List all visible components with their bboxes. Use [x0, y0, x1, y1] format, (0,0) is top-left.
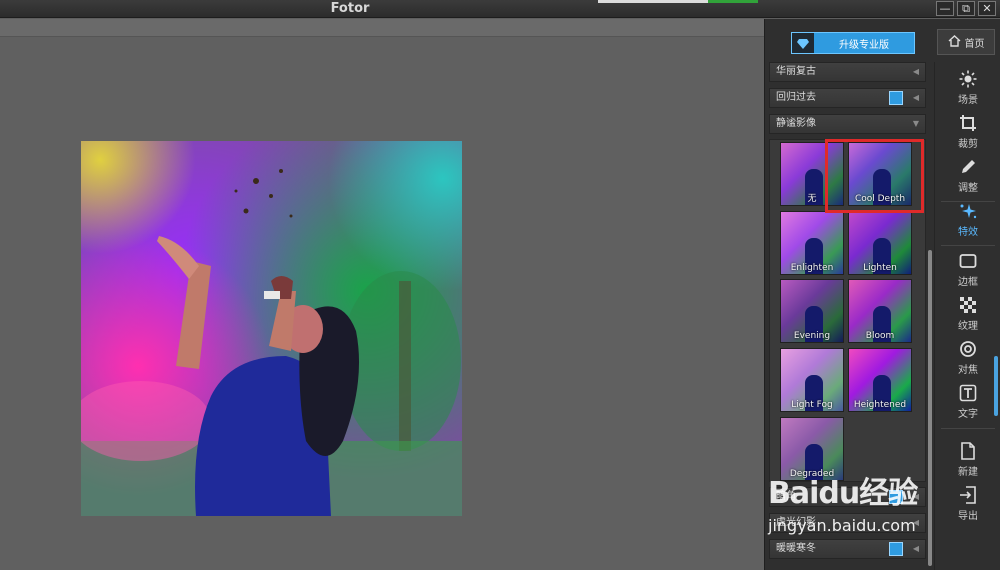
expand-arrow-icon: ▼: [912, 119, 919, 128]
sparkle-icon: [958, 201, 978, 221]
tool-adjust[interactable]: 调整: [939, 155, 997, 197]
minimize-button[interactable]: —: [936, 1, 954, 16]
category-label: 暖暖寒冬: [776, 543, 816, 554]
pro-diamond-icon: [889, 542, 903, 556]
window-controls: — ⧉ ✕: [936, 1, 996, 16]
category-label: 静谧影像: [776, 118, 816, 129]
panel-scroll-indicator[interactable]: [994, 356, 998, 416]
tool-effects[interactable]: 特效: [939, 199, 997, 241]
effects-scrollbar[interactable]: [928, 250, 932, 566]
crop-icon: [958, 113, 978, 133]
effect-thumb-light-fog[interactable]: Light Fog: [780, 348, 844, 412]
tool-label: 对焦: [958, 365, 978, 376]
tool-label: 导出: [958, 511, 978, 522]
category-label: 虚光幻影: [776, 517, 816, 528]
editor-canvas[interactable]: [0, 19, 764, 570]
collapse-arrow-icon: ◀: [912, 67, 919, 76]
home-icon: [948, 34, 961, 50]
tool-label: 新建: [958, 467, 978, 478]
effect-thumb-heightened[interactable]: Heightened: [848, 348, 912, 412]
tool-label: 场景: [958, 95, 978, 106]
effect-thumb-lighten[interactable]: Lighten: [848, 211, 912, 275]
category-label: 暗角: [776, 491, 796, 502]
diamond-icon: [792, 33, 814, 53]
category-label: 回归过去: [776, 92, 816, 103]
fotor-app: Fotor — ⧉ ✕ 升级专业版 首页 华丽复古 ◀ 回归过去 ◀ 静谧影像 …: [0, 0, 1000, 570]
effect-thumb-degraded[interactable]: Degraded: [780, 417, 844, 481]
category-label: 华丽复古: [776, 66, 816, 77]
collapse-arrow-icon: ◀: [912, 93, 919, 102]
collapse-arrow-icon: ◀: [912, 518, 919, 527]
texture-icon: [958, 295, 978, 315]
close-button[interactable]: ✕: [978, 1, 996, 16]
collapse-arrow-icon: ◀: [912, 492, 919, 501]
pro-diamond-icon: [889, 490, 903, 504]
right-panel: 升级专业版 首页 华丽复古 ◀ 回归过去 ◀ 静谧影像 ▼ 暗角 ◀ 虚光幻影 …: [764, 19, 1000, 570]
tool-label: 调整: [958, 183, 978, 194]
collapse-arrow-icon: ◀: [912, 544, 919, 553]
export-icon: [958, 485, 978, 505]
tool-label: 特效: [958, 227, 978, 238]
category-serene-image[interactable]: 静谧影像 ▼: [769, 114, 926, 134]
pencil-icon: [958, 157, 978, 177]
new-file-icon: [958, 441, 978, 461]
sun-icon: [958, 69, 978, 89]
category-back-to-past[interactable]: 回归过去 ◀: [769, 88, 926, 108]
tool-new[interactable]: 新建: [939, 439, 997, 481]
tool-label: 边框: [958, 277, 978, 288]
edited-photo[interactable]: [81, 141, 462, 516]
effect-label: Degraded: [789, 469, 835, 479]
focus-icon: [958, 339, 978, 359]
tool-divider: [941, 428, 995, 429]
restore-button[interactable]: ⧉: [957, 1, 975, 16]
effect-thumb-evening[interactable]: Evening: [780, 279, 844, 343]
tool-focus[interactable]: 对焦: [939, 337, 997, 379]
home-button[interactable]: 首页: [937, 29, 995, 55]
category-vignette[interactable]: 暗角 ◀: [769, 487, 926, 507]
category-warm-winter[interactable]: 暖暖寒冬 ◀: [769, 539, 926, 559]
tool-text[interactable]: 文字: [939, 381, 997, 423]
tool-frame[interactable]: 边框: [939, 249, 997, 291]
category-virtual-light[interactable]: 虚光幻影 ◀: [769, 513, 926, 533]
tool-label: 文字: [958, 409, 978, 420]
title-bar[interactable]: Fotor — ⧉ ✕: [0, 0, 1000, 18]
effect-label: Lighten: [863, 263, 897, 273]
home-label: 首页: [964, 38, 985, 50]
effect-label: Bloom: [865, 331, 895, 341]
tool-crop[interactable]: 裁剪: [939, 111, 997, 153]
text-icon: [958, 383, 978, 403]
effect-thumb-enlighten[interactable]: Enlighten: [780, 211, 844, 275]
tool-export[interactable]: 导出: [939, 483, 997, 525]
category-ornate-vintage[interactable]: 华丽复古 ◀: [769, 62, 926, 82]
tool-label: 裁剪: [958, 139, 978, 150]
frame-icon: [958, 251, 978, 271]
effect-label: Heightened: [853, 400, 907, 410]
tool-texture[interactable]: 纹理: [939, 293, 997, 335]
tool-divider: [941, 201, 995, 202]
canvas-toolbar-strip: [0, 19, 764, 37]
panel-divider: [934, 62, 935, 570]
effect-thumb-bloom[interactable]: Bloom: [848, 279, 912, 343]
app-title: Fotor: [330, 1, 370, 16]
effect-label: Enlighten: [790, 263, 834, 273]
effect-label: Light Fog: [791, 400, 833, 410]
upgrade-pro-label: 升级专业版: [839, 39, 889, 51]
tool-label: 纹理: [958, 321, 978, 332]
selection-highlight: [825, 139, 924, 213]
title-progress-strip: [598, 0, 758, 3]
upgrade-pro-button[interactable]: 升级专业版: [791, 32, 915, 54]
pro-diamond-icon: [889, 91, 903, 105]
effect-label: Evening: [793, 331, 831, 341]
tool-divider: [941, 245, 995, 246]
tool-scene[interactable]: 场景: [939, 67, 997, 109]
